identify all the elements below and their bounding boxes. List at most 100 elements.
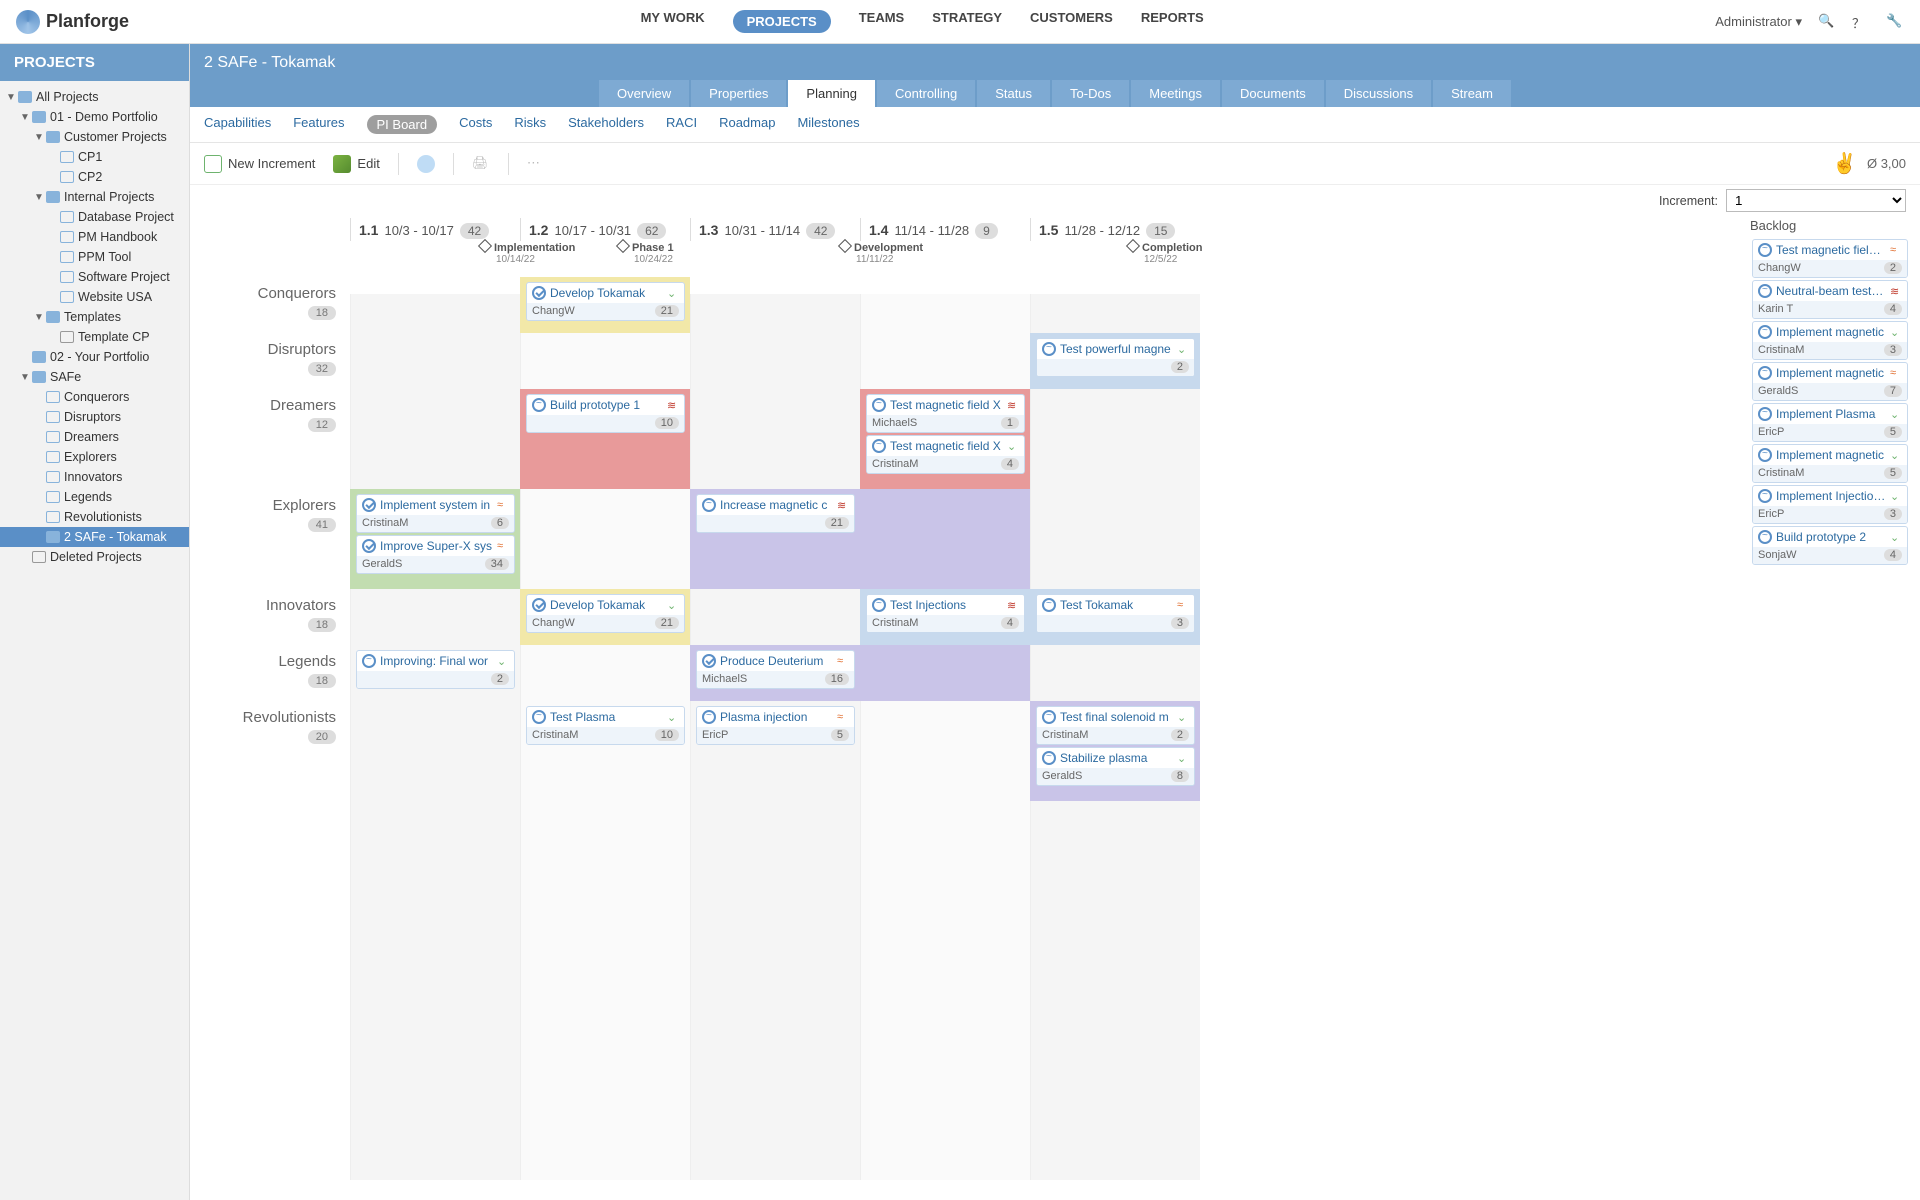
- tree-item[interactable]: Conquerors: [0, 387, 189, 407]
- card[interactable]: Develop Tokamak⌄ChangW21: [526, 282, 685, 321]
- card[interactable]: Implement magnetic⌄CristinaM3: [1752, 321, 1908, 360]
- board-cell[interactable]: [690, 589, 860, 645]
- tree-item[interactable]: Disruptors: [0, 407, 189, 427]
- board-cell[interactable]: Increase magnetic c≋21: [690, 489, 860, 589]
- card[interactable]: Plasma injection≈EricP5: [696, 706, 855, 745]
- tab-properties[interactable]: Properties: [691, 80, 786, 107]
- tree-arrow-icon[interactable]: ▼: [20, 112, 32, 123]
- nav-strategy[interactable]: STRATEGY: [932, 10, 1002, 33]
- subtab-roadmap[interactable]: Roadmap: [719, 115, 775, 134]
- tab-controlling[interactable]: Controlling: [877, 80, 975, 107]
- board-cell[interactable]: [1030, 277, 1200, 333]
- board-cell[interactable]: [350, 589, 520, 645]
- print-icon[interactable]: 🖨: [472, 155, 490, 173]
- card[interactable]: Implement system in≈CristinaM6: [356, 494, 515, 533]
- tab-planning[interactable]: Planning: [788, 80, 875, 107]
- tab-stream[interactable]: Stream: [1433, 80, 1511, 107]
- board-cell[interactable]: [690, 277, 860, 333]
- tree-item[interactable]: ▼Templates: [0, 307, 189, 327]
- tree-item[interactable]: Innovators: [0, 467, 189, 487]
- tree-item[interactable]: CP2: [0, 167, 189, 187]
- tree-item[interactable]: Template CP: [0, 327, 189, 347]
- tools-icon[interactable]: 🔧: [1886, 13, 1904, 31]
- board-cell[interactable]: Develop Tokamak⌄ChangW21: [520, 277, 690, 333]
- subtab-features[interactable]: Features: [293, 115, 344, 134]
- tree-item[interactable]: 02 - Your Portfolio: [0, 347, 189, 367]
- subtab-capabilities[interactable]: Capabilities: [204, 115, 271, 134]
- tree-arrow-icon[interactable]: ▼: [20, 372, 32, 383]
- board-cell[interactable]: Implement system in≈CristinaM6Improve Su…: [350, 489, 520, 589]
- nav-my-work[interactable]: MY WORK: [641, 10, 705, 33]
- tree-item[interactable]: Deleted Projects: [0, 547, 189, 567]
- tree-item[interactable]: 2 SAFe - Tokamak: [0, 527, 189, 547]
- board-cell[interactable]: Test final solenoid m⌄CristinaM2Stabiliz…: [1030, 701, 1200, 801]
- card[interactable]: Neutral-beam testing≋Karin T4: [1752, 280, 1908, 319]
- board-cell[interactable]: [520, 489, 690, 589]
- board-cell[interactable]: Improving: Final wor⌄2: [350, 645, 520, 701]
- board-cell[interactable]: Produce Deuterium≈MichaelS16: [690, 645, 860, 701]
- board-cell[interactable]: [1030, 389, 1200, 489]
- card[interactable]: Develop Tokamak⌄ChangW21: [526, 594, 685, 633]
- board-cell[interactable]: [860, 489, 1030, 589]
- increment-select[interactable]: 1: [1726, 189, 1906, 212]
- board-cell[interactable]: [350, 389, 520, 489]
- board-cell[interactable]: Test Tokamak≈3: [1030, 589, 1200, 645]
- card[interactable]: Test magnetic field X⌄CristinaM4: [866, 435, 1025, 474]
- subtab-stakeholders[interactable]: Stakeholders: [568, 115, 644, 134]
- subtab-costs[interactable]: Costs: [459, 115, 492, 134]
- board-cell[interactable]: [860, 645, 1030, 701]
- board-cell[interactable]: [520, 333, 690, 389]
- card[interactable]: Produce Deuterium≈MichaelS16: [696, 650, 855, 689]
- tab-overview[interactable]: Overview: [599, 80, 689, 107]
- board-cell[interactable]: Plasma injection≈EricP5: [690, 701, 860, 801]
- board-cell[interactable]: Develop Tokamak⌄ChangW21: [520, 589, 690, 645]
- tab-meetings[interactable]: Meetings: [1131, 80, 1220, 107]
- milestone[interactable]: Phase 110/24/22: [618, 241, 674, 265]
- tree-item[interactable]: ▼All Projects: [0, 87, 189, 107]
- tree-item[interactable]: PPM Tool: [0, 247, 189, 267]
- tree-item[interactable]: CP1: [0, 147, 189, 167]
- board-cell[interactable]: [350, 701, 520, 801]
- tab-discussions[interactable]: Discussions: [1326, 80, 1431, 107]
- board-cell[interactable]: Test powerful magne⌄2: [1030, 333, 1200, 389]
- tree-item[interactable]: ▼Customer Projects: [0, 127, 189, 147]
- card[interactable]: Test magnetic field X≋MichaelS1: [866, 394, 1025, 433]
- tree-item[interactable]: Website USA: [0, 287, 189, 307]
- subtab-risks[interactable]: Risks: [514, 115, 546, 134]
- milestone[interactable]: Implementation10/14/22: [480, 241, 575, 265]
- search-icon[interactable]: 🔍: [1818, 13, 1836, 31]
- tree-item[interactable]: ▼Internal Projects: [0, 187, 189, 207]
- milestone[interactable]: Completion12/5/22: [1128, 241, 1203, 265]
- board-cell[interactable]: [350, 333, 520, 389]
- subtab-raci[interactable]: RACI: [666, 115, 697, 134]
- board-cell[interactable]: Test magnetic field X≋MichaelS1Test magn…: [860, 389, 1030, 489]
- more-icon[interactable]: ⋯: [527, 155, 545, 173]
- tab-status[interactable]: Status: [977, 80, 1050, 107]
- card[interactable]: Implement magnetic≈GeraldS7: [1752, 362, 1908, 401]
- nav-customers[interactable]: CUSTOMERS: [1030, 10, 1113, 33]
- tree-item[interactable]: ▼01 - Demo Portfolio: [0, 107, 189, 127]
- card[interactable]: Improving: Final wor⌄2: [356, 650, 515, 689]
- tree-arrow-icon[interactable]: ▼: [34, 132, 46, 143]
- tree-arrow-icon[interactable]: ▼: [34, 192, 46, 203]
- milestone[interactable]: Development11/11/22: [840, 241, 923, 265]
- board-cell[interactable]: [690, 333, 860, 389]
- tree-item[interactable]: ▼SAFe: [0, 367, 189, 387]
- help-icon[interactable]: ？: [1852, 13, 1870, 31]
- card[interactable]: Test Plasma⌄CristinaM10: [526, 706, 685, 745]
- board-cell[interactable]: [350, 277, 520, 333]
- card[interactable]: Implement magnetic⌄CristinaM5: [1752, 444, 1908, 483]
- card[interactable]: Stabilize plasma⌄GeraldS8: [1036, 747, 1195, 786]
- tree-item[interactable]: Dreamers: [0, 427, 189, 447]
- user-menu[interactable]: Administrator ▾: [1715, 14, 1802, 30]
- board-cell[interactable]: [1030, 489, 1200, 589]
- subtab-milestones[interactable]: Milestones: [797, 115, 859, 134]
- app-logo[interactable]: Planforge: [16, 10, 129, 34]
- tree-item[interactable]: PM Handbook: [0, 227, 189, 247]
- tree-arrow-icon[interactable]: ▼: [34, 312, 46, 323]
- tree-item[interactable]: Revolutionists: [0, 507, 189, 527]
- board-cell[interactable]: Test Injections≋CristinaM4: [860, 589, 1030, 645]
- tree-item[interactable]: Legends: [0, 487, 189, 507]
- tree-item[interactable]: Database Project: [0, 207, 189, 227]
- tree-item[interactable]: Software Project: [0, 267, 189, 287]
